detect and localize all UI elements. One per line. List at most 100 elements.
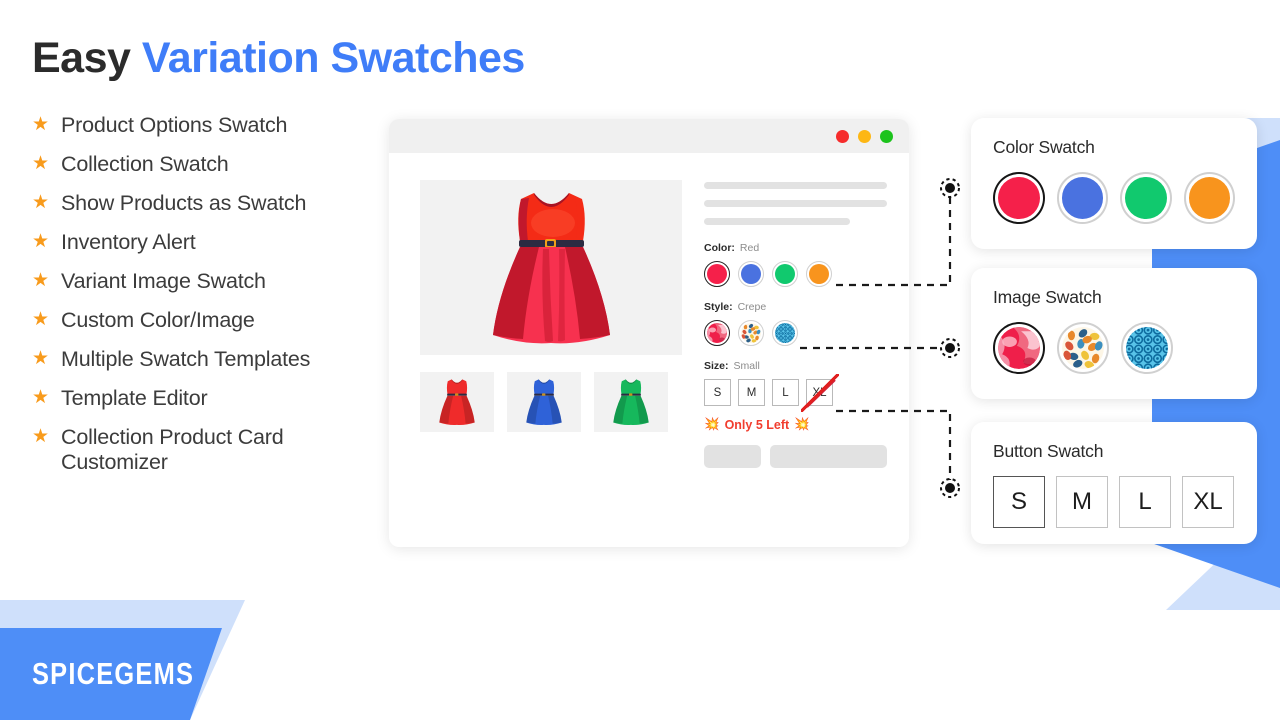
style-option-key: Style: bbox=[704, 301, 733, 313]
feature-item-label: Collection Swatch bbox=[61, 152, 229, 176]
style-option-header: Style: Crepe bbox=[704, 301, 887, 313]
card-image-swatch-red-marble-pattern[interactable] bbox=[993, 322, 1045, 374]
feature-item-label: Collection Product Card Customizer bbox=[61, 425, 284, 474]
star-icon: ★ bbox=[32, 309, 50, 330]
feature-item-label: Show Products as Swatch bbox=[61, 191, 307, 215]
size-button-s[interactable]: S bbox=[704, 379, 731, 406]
color-option-key: Color: bbox=[704, 242, 735, 254]
size-option-value: Small bbox=[733, 360, 760, 372]
size-button-xl[interactable]: XL bbox=[806, 379, 836, 408]
feature-item-label: Variant Image Swatch bbox=[61, 269, 266, 293]
color-swatch-card-items bbox=[993, 172, 1235, 224]
size-button-label: S bbox=[713, 386, 722, 399]
color-swatch-row bbox=[704, 261, 887, 287]
connector-dot-size bbox=[945, 483, 955, 493]
card-size-button-xl[interactable]: XL bbox=[1182, 476, 1234, 528]
feature-item-label: Multiple Swatch Templates bbox=[61, 347, 311, 371]
button-swatch-card-title: Button Swatch bbox=[993, 441, 1104, 461]
size-button-label: L bbox=[782, 386, 789, 399]
product-options-panel: Color: Red Style: Crepe Size: Small S M L XL 💥… bbox=[704, 180, 887, 468]
size-option-key: Size: bbox=[704, 360, 729, 372]
page-title-part-1: Easy bbox=[32, 34, 131, 82]
page-title-part-2: Variation Swatches bbox=[141, 34, 525, 82]
star-icon: ★ bbox=[32, 153, 50, 174]
placeholder-text-line bbox=[704, 218, 851, 225]
card-size-button-s[interactable]: S bbox=[993, 476, 1045, 528]
window-minimize-icon[interactable] bbox=[858, 129, 871, 143]
placeholder-text-line bbox=[704, 182, 887, 189]
image-swatch-card: Image Swatch bbox=[971, 268, 1257, 399]
feature-item: ★ Collection Product Card Customizer bbox=[32, 425, 382, 475]
product-main-image[interactable] bbox=[420, 180, 682, 355]
color-option-header: Color: Red bbox=[704, 242, 887, 254]
feature-list: ★ Product Options Swatch ★ Collection Swatc… bbox=[32, 113, 382, 489]
button-swatch-card: Button Swatch S M L XL bbox=[971, 422, 1257, 544]
inventory-alert-text: Only 5 Left bbox=[724, 417, 790, 432]
inventory-alert: 💥 Only 5 Left 💥 bbox=[704, 417, 887, 432]
star-icon: ★ bbox=[32, 426, 50, 447]
style-option-value: Crepe bbox=[737, 301, 767, 313]
connector-dot-style bbox=[945, 343, 955, 353]
cta-button-row bbox=[704, 445, 887, 468]
color-swatch-card: Color Swatch bbox=[971, 118, 1257, 249]
green-dress-thumbnail[interactable] bbox=[594, 372, 668, 432]
page-title: Easy Variation Swatches bbox=[32, 34, 525, 83]
explosion-icon-right: 💥 bbox=[794, 417, 810, 431]
star-icon: ★ bbox=[32, 270, 50, 291]
feature-item-label: Product Options Swatch bbox=[61, 113, 288, 137]
color-option-value: Red bbox=[739, 242, 760, 254]
feature-item-label: Custom Color/Image bbox=[61, 308, 255, 332]
card-color-swatch-red[interactable] bbox=[993, 172, 1045, 224]
connector-dot-ring-color bbox=[940, 178, 960, 198]
color-swatch-green[interactable] bbox=[772, 261, 798, 287]
card-color-swatch-green[interactable] bbox=[1120, 172, 1172, 224]
card-size-button-l[interactable]: L bbox=[1119, 476, 1171, 528]
connector-dot-ring-style bbox=[940, 338, 960, 358]
star-icon: ★ bbox=[32, 387, 50, 408]
feature-item-label: Inventory Alert bbox=[61, 230, 196, 254]
window-maximize-icon[interactable] bbox=[880, 129, 893, 143]
style-swatch-blue-circles-pattern[interactable] bbox=[772, 320, 798, 346]
size-button-m[interactable]: M bbox=[738, 379, 765, 406]
card-color-swatch-orange[interactable] bbox=[1183, 172, 1235, 224]
red-dress-illustration bbox=[492, 193, 610, 344]
style-swatch-red-marble-pattern[interactable] bbox=[704, 320, 730, 346]
window-close-icon[interactable] bbox=[836, 129, 849, 143]
image-swatch-card-title: Image Swatch bbox=[993, 287, 1102, 307]
feature-item: ★ Show Products as Swatch bbox=[32, 191, 382, 216]
card-color-swatch-blue[interactable] bbox=[1056, 172, 1108, 224]
blue-dress-thumbnail[interactable] bbox=[507, 372, 581, 432]
add-to-cart-placeholder-button[interactable] bbox=[770, 445, 887, 468]
product-page-body: Color: Red Style: Crepe Size: Small S M L XL 💥… bbox=[389, 153, 909, 468]
product-gallery bbox=[420, 180, 682, 468]
star-icon: ★ bbox=[32, 348, 50, 369]
feature-item: ★ Variant Image Swatch bbox=[32, 269, 382, 294]
image-swatch-card-items bbox=[993, 322, 1235, 374]
red-dress-thumbnail[interactable] bbox=[420, 372, 494, 432]
feature-item: ★ Product Options Swatch bbox=[32, 113, 382, 138]
feature-item: ★ Inventory Alert bbox=[32, 230, 382, 255]
card-image-swatch-confetti-leaf-pattern[interactable] bbox=[1057, 322, 1109, 374]
size-button-l[interactable]: L bbox=[772, 379, 799, 406]
feature-item: ★ Template Editor bbox=[32, 386, 382, 411]
product-thumbnail-list bbox=[420, 372, 682, 432]
feature-item: ★ Multiple Swatch Templates bbox=[32, 347, 382, 372]
feature-item: ★ Collection Swatch bbox=[32, 152, 382, 177]
style-swatch-row bbox=[704, 320, 887, 346]
color-swatch-red[interactable] bbox=[704, 261, 730, 287]
size-button-label: M bbox=[746, 386, 757, 399]
placeholder-text-line bbox=[704, 200, 887, 207]
style-swatch-confetti-leaf-pattern[interactable] bbox=[738, 320, 764, 346]
star-icon: ★ bbox=[32, 114, 50, 135]
brand-name: SPICEGEMS bbox=[32, 656, 195, 691]
color-swatch-card-title: Color Swatch bbox=[993, 137, 1095, 157]
explosion-icon-left: 💥 bbox=[704, 417, 720, 431]
quantity-placeholder-button[interactable] bbox=[704, 445, 761, 468]
color-swatch-blue[interactable] bbox=[738, 261, 764, 287]
card-image-swatch-blue-circles-pattern[interactable] bbox=[1121, 322, 1173, 374]
connector-dot-ring-size bbox=[940, 478, 960, 498]
color-swatch-orange[interactable] bbox=[806, 261, 832, 287]
card-size-button-m[interactable]: M bbox=[1056, 476, 1108, 528]
browser-window-mockup: Color: Red Style: Crepe Size: Small S M L XL 💥… bbox=[389, 119, 909, 547]
size-button-row: S M L XL bbox=[704, 379, 887, 408]
